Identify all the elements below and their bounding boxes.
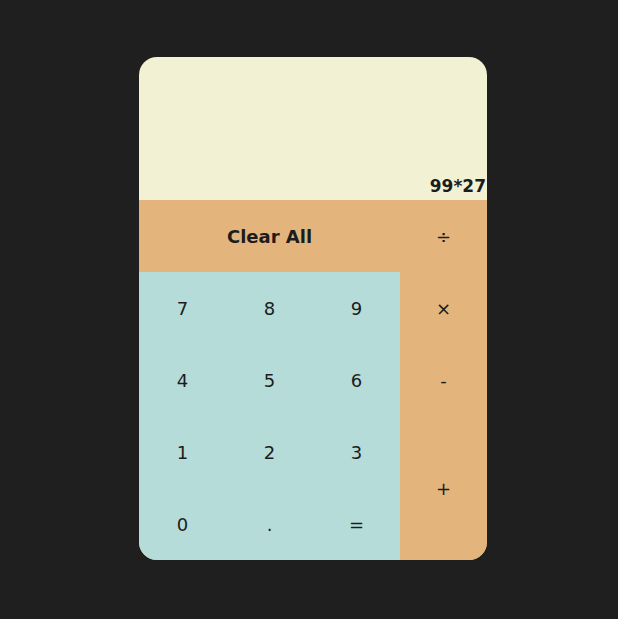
key-button[interactable]: + [400,416,487,560]
key-button[interactable]: 9 [313,272,400,344]
key-label: 1 [177,442,188,463]
key-label: . [267,514,273,535]
display: 99*27 [139,57,487,200]
display-text: 99*27 [430,176,486,196]
key-label: - [440,370,447,391]
key-button[interactable]: 8 [226,272,313,344]
keypad: Clear All ÷ 7 8 9 × 4 5 6 - 1 2 3 +0. = [139,200,487,560]
key-button[interactable]: × [400,272,487,344]
key-label: 5 [264,370,275,391]
key-button[interactable]: 7 [139,272,226,344]
key-label: 0 [177,514,188,535]
key-label: × [436,298,451,319]
key-button[interactable]: = [313,488,400,560]
key-label: Clear All [227,226,312,247]
key-label: + [436,478,451,499]
key-button[interactable]: - [400,344,487,416]
key-label: ÷ [436,226,451,247]
key-label: 3 [351,442,362,463]
key-label: 9 [351,298,362,319]
key-label: 4 [177,370,188,391]
key-label: 2 [264,442,275,463]
key-button[interactable]: 1 [139,416,226,488]
clear-button[interactable]: Clear All [139,200,400,272]
key-button[interactable]: 6 [313,344,400,416]
key-button[interactable]: 0 [139,488,226,560]
key-button[interactable]: 2 [226,416,313,488]
calculator: 99*27 Clear All ÷ 7 8 9 × 4 5 6 - 1 2 3 +0. = [139,57,487,560]
key-label: 7 [177,298,188,319]
key-button[interactable]: ÷ [400,200,487,272]
key-label: 8 [264,298,275,319]
key-label: 6 [351,370,362,391]
key-button[interactable]: . [226,488,313,560]
key-button[interactable]: 4 [139,344,226,416]
key-button[interactable]: 5 [226,344,313,416]
key-button[interactable]: 3 [313,416,400,488]
key-label: = [349,514,364,535]
